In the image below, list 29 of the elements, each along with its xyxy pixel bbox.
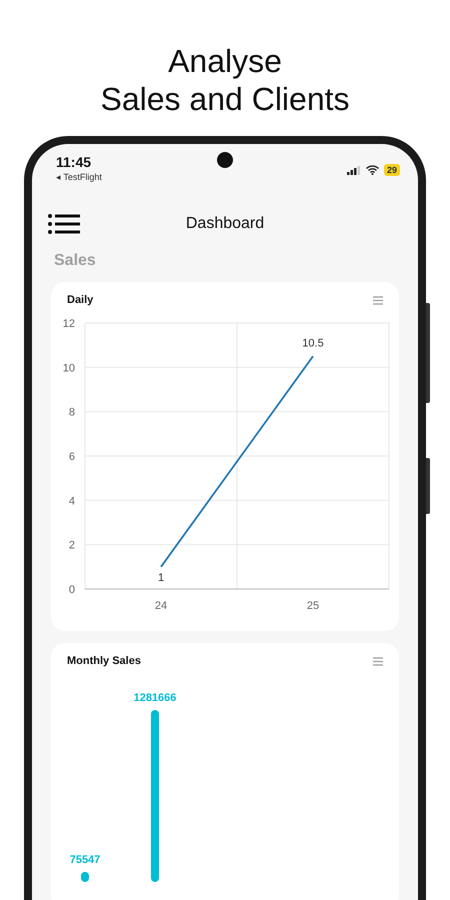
headline: Analyse bbox=[168, 42, 282, 80]
headline: Sales and Clients bbox=[100, 80, 350, 118]
back-link[interactable]: ◂ TestFlight bbox=[56, 172, 102, 182]
data-label: 75547 bbox=[70, 854, 100, 866]
data-label: 1 bbox=[158, 572, 164, 584]
y-tick-label: 4 bbox=[68, 495, 75, 508]
menu-icon[interactable] bbox=[373, 296, 383, 304]
camera-icon bbox=[217, 152, 233, 168]
x-tick-label: 25 bbox=[306, 600, 320, 612]
screen-title: Dashboard bbox=[184, 215, 266, 233]
section-title: Sales bbox=[53, 251, 97, 271]
y-tick-label: 2 bbox=[68, 540, 75, 552]
chart-title: Daily bbox=[67, 294, 94, 306]
data-label: 1281666 bbox=[134, 692, 176, 704]
menu-button[interactable] bbox=[48, 212, 82, 236]
data-label: 10.5 bbox=[302, 337, 324, 350]
menu-icon[interactable] bbox=[373, 656, 383, 666]
wifi-icon bbox=[366, 165, 379, 175]
y-tick-label: 10 bbox=[62, 362, 75, 374]
y-tick-label: 0 bbox=[68, 584, 75, 596]
y-tick-label: 12 bbox=[62, 318, 75, 330]
chart-title: Monthly Sales bbox=[67, 655, 141, 667]
signal-icon bbox=[346, 166, 361, 174]
x-tick-label: 24 bbox=[154, 600, 168, 612]
y-tick-label: 8 bbox=[68, 406, 75, 419]
status-time: 11:45 bbox=[56, 154, 92, 170]
y-tick-label: 6 bbox=[68, 451, 75, 463]
sales-bar bbox=[81, 872, 89, 882]
battery-level: 29 bbox=[384, 164, 400, 176]
